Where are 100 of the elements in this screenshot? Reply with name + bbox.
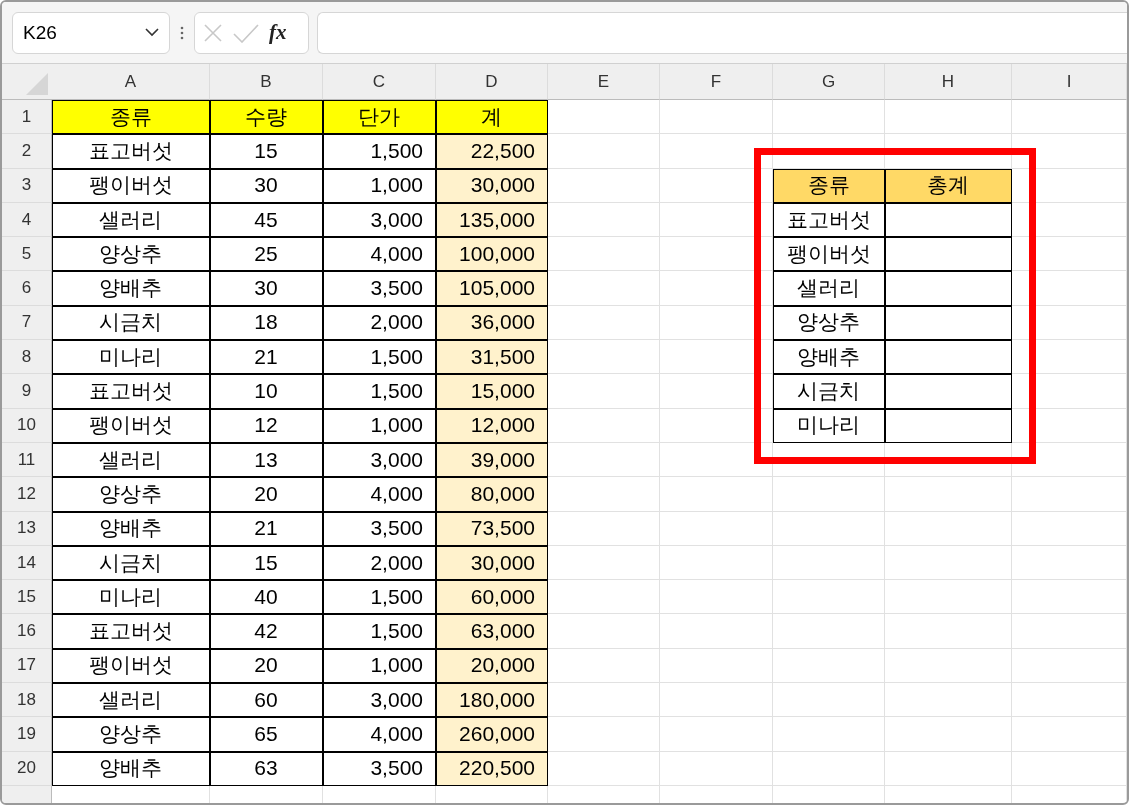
column-header[interactable]: B [210, 64, 323, 100]
table-cell: 시금치 [52, 545, 210, 581]
table-cell: 60 [210, 683, 323, 718]
table-cell: 220,500 [436, 751, 548, 786]
column-header[interactable]: A [52, 64, 210, 100]
row-header[interactable]: 19 [2, 717, 52, 752]
table-cell: 2,000 [323, 545, 436, 581]
row-header[interactable]: 8 [2, 340, 52, 375]
table-cell: 15 [210, 134, 323, 169]
table-cell: 1,500 [323, 340, 436, 375]
table-cell: 15,000 [436, 374, 548, 409]
table-cell: 1,000 [323, 648, 436, 684]
table-cell: 양상추 [52, 717, 210, 752]
column-header[interactable]: E [548, 64, 660, 100]
table-cell: 3,500 [323, 751, 436, 786]
table-cell: 샐러리 [52, 202, 210, 238]
table-cell: 260,000 [436, 717, 548, 752]
table-cell: 양배추 [52, 511, 210, 546]
table-cell: 시금치 [773, 374, 885, 409]
table-cell: 4,000 [323, 477, 436, 512]
row-header[interactable]: 3 [2, 168, 52, 203]
row-header[interactable]: 1 [2, 100, 52, 135]
table-cell: 1,500 [323, 580, 436, 615]
table-cell: 22,500 [436, 134, 548, 169]
table-cell: 25 [210, 237, 323, 272]
table-cell: 15 [210, 545, 323, 581]
table-cell: 21 [210, 511, 323, 546]
table-cell: 양배추 [773, 340, 885, 375]
table-cell: 양상추 [52, 237, 210, 272]
table-cell: 표고버섯 [52, 614, 210, 649]
row-header[interactable]: 11 [2, 442, 52, 478]
table-cell: 65 [210, 717, 323, 752]
table-cell: 양상추 [773, 305, 885, 341]
table-cell: 12 [210, 408, 323, 443]
table-cell: 수량 [210, 100, 323, 135]
name-box[interactable]: K26 [12, 11, 170, 54]
column-header[interactable]: I [1012, 64, 1127, 100]
row-header[interactable]: 7 [2, 305, 52, 341]
table-cell: 양배추 [52, 271, 210, 306]
table-cell: 36,000 [436, 305, 548, 341]
table-cell: 4,000 [323, 237, 436, 272]
row-header[interactable]: 18 [2, 683, 52, 718]
table-cell: 3,000 [323, 442, 436, 478]
insert-function-button[interactable]: fx [269, 20, 287, 45]
table-cell: 3,500 [323, 511, 436, 546]
table-cell: 135,000 [436, 202, 548, 238]
column-header[interactable]: G [773, 64, 885, 100]
table-cell: 표고버섯 [52, 134, 210, 169]
table-cell: 30 [210, 271, 323, 306]
row-header[interactable]: 6 [2, 271, 52, 306]
table-cell: 39,000 [436, 442, 548, 478]
table-cell: 종류 [773, 168, 885, 203]
table-cell: 샐러리 [52, 442, 210, 478]
table-cell: 1,500 [323, 614, 436, 649]
table-cell: 양상추 [52, 477, 210, 512]
table-cell: 4,000 [323, 717, 436, 752]
table-cell: 미나리 [52, 580, 210, 615]
row-header[interactable]: 9 [2, 374, 52, 409]
table-cell: 20,000 [436, 648, 548, 684]
table-cell: 73,500 [436, 511, 548, 546]
table-cell: 63,000 [436, 614, 548, 649]
row-header[interactable]: 15 [2, 580, 52, 615]
table-cell: 1,500 [323, 134, 436, 169]
table-cell: 30,000 [436, 545, 548, 581]
row-header[interactable]: 5 [2, 237, 52, 272]
table-cell: 105,000 [436, 271, 548, 306]
table-cell: 42 [210, 614, 323, 649]
table-cell: 2,000 [323, 305, 436, 341]
row-header[interactable]: 16 [2, 614, 52, 649]
row-header[interactable]: 13 [2, 511, 52, 546]
table-cell: 3,500 [323, 271, 436, 306]
table-cell: 20 [210, 648, 323, 684]
table-cell: 팽이버섯 [52, 648, 210, 684]
table-cell: 샐러리 [52, 683, 210, 718]
row-header[interactable]: 2 [2, 134, 52, 169]
table-cell: 시금치 [52, 305, 210, 341]
row-header[interactable]: 17 [2, 648, 52, 684]
table-cell: 60,000 [436, 580, 548, 615]
column-header[interactable]: C [323, 64, 436, 100]
table-cell: 양배추 [52, 751, 210, 786]
table-cell: 80,000 [436, 477, 548, 512]
table-cell: 1,000 [323, 168, 436, 203]
row-header[interactable]: 20 [2, 751, 52, 786]
table-cell: 팽이버섯 [52, 168, 210, 203]
table-cell: 1,500 [323, 374, 436, 409]
table-cell: 12,000 [436, 408, 548, 443]
table-cell: 45 [210, 202, 323, 238]
row-header[interactable]: 4 [2, 202, 52, 238]
table-cell: 3,000 [323, 202, 436, 238]
row-header[interactable]: 10 [2, 408, 52, 443]
row-header[interactable]: 12 [2, 477, 52, 512]
column-header[interactable]: H [885, 64, 1012, 100]
table-cell: 21 [210, 340, 323, 375]
column-header[interactable]: F [660, 64, 773, 100]
row-header[interactable]: 14 [2, 545, 52, 581]
table-cell: 1,000 [323, 408, 436, 443]
table-cell: 100,000 [436, 237, 548, 272]
column-header[interactable]: D [436, 64, 548, 100]
table-cell: 40 [210, 580, 323, 615]
table-cell: 샐러리 [773, 271, 885, 306]
